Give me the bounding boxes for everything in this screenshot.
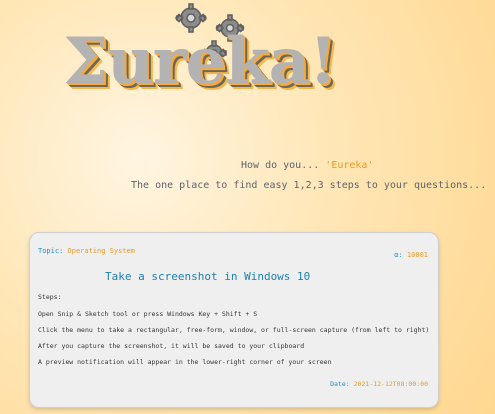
step-item: Open Snip & Sketch tool or press Windows… <box>38 310 258 318</box>
step-item: A preview notification will appear in th… <box>38 358 332 366</box>
question-prefix: How do you... <box>241 160 326 171</box>
topic-row: Topic: Operating System <box>38 247 135 255</box>
subtitle: The one place to find easy 1,2,3 steps t… <box>131 180 487 191</box>
topic-label: Topic: <box>38 247 64 255</box>
brand-logo-text: Σureka! <box>63 24 337 99</box>
id-value: 10001 <box>406 251 428 259</box>
card-title: Take a screenshot in Windows 10 <box>105 270 311 283</box>
id-row: α: 10001 <box>394 251 428 259</box>
step-item: Click the menu to take a rectangular, fr… <box>38 326 430 334</box>
date-value: 2021-12-12T08:00:00 <box>353 380 428 388</box>
question-brand: 'Eureka' <box>325 160 374 171</box>
topic-value: Operating System <box>67 247 135 255</box>
answer-card: Topic: Operating System α: 10001 Take a … <box>29 232 439 408</box>
id-label: α: <box>394 251 403 259</box>
question-line: How do you... 'Eureka' <box>241 160 373 171</box>
logo: Σureka! <box>55 3 415 126</box>
date-label: Date: <box>330 380 350 388</box>
date-row: Date: 2021-12-12T08:00:00 <box>330 380 428 388</box>
steps-label: Steps: <box>38 293 62 301</box>
step-item: After you capture the screenshot, it wil… <box>38 342 305 350</box>
